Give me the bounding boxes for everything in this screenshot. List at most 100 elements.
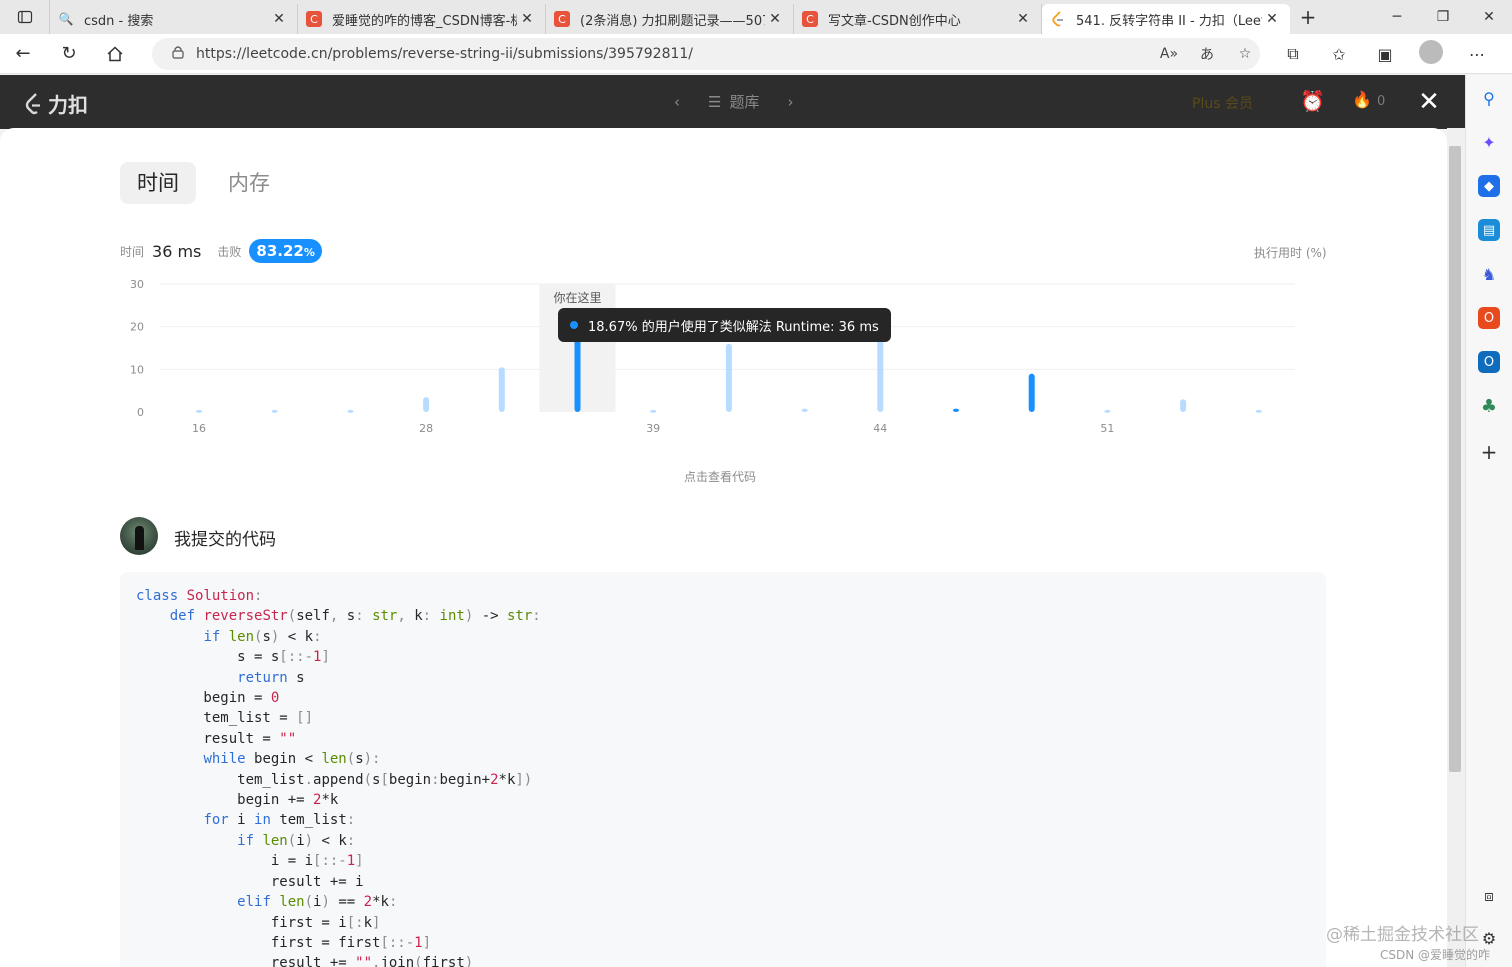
tab-title: 541. 反转字符串 II - 力扣（Leetc [1076, 13, 1262, 29]
add-favorite-icon[interactable]: ☆ [1226, 46, 1264, 62]
close-tab-icon[interactable]: ✕ [1262, 11, 1282, 27]
browser-tab[interactable]: C 写文章-CSDN创作中心 ✕ [794, 4, 1042, 34]
chart-bar-highlight[interactable] [953, 408, 959, 412]
tooltip-text: 18.67% 的用户使用了类似解法 Runtime: 36 ms [588, 319, 879, 335]
streak-button[interactable]: 🔥 0 [1352, 90, 1385, 109]
you-are-here-label: 你在这里 [553, 290, 601, 305]
collections-icon[interactable]: ▣ [1362, 45, 1408, 64]
browser-tab[interactable]: C 爱睡觉的咋的博客_CSDN博客-机 ✕ [298, 4, 546, 34]
chart-bar[interactable] [498, 367, 505, 412]
submission-detail-modal: 时间 内存 时间 36 ms 击败 83.22% 执行用时 (%) 你在这里 0… [0, 128, 1447, 967]
csdn-icon: C [554, 11, 570, 27]
chart-bar[interactable] [1180, 399, 1187, 412]
browser-tab-strip: 🔍 csdn - 搜索 ✕ C 爱睡觉的咋的博客_CSDN博客-机 ✕ C (2… [0, 0, 1512, 34]
chart-bar[interactable] [196, 409, 202, 413]
home-button[interactable] [92, 34, 138, 74]
outlook-icon[interactable]: O [1478, 351, 1500, 373]
tab-actions-icon [17, 10, 32, 24]
window-controls: ─ ❐ ✕ [1374, 0, 1512, 34]
tooltip-dot [570, 321, 578, 329]
search-icon[interactable]: ⚲ [1478, 87, 1500, 109]
leetcode-logo-text: 力扣 [48, 93, 88, 117]
reload-icon: ↻ [61, 43, 77, 64]
address-bar-icons: A» あ ☆ [1150, 38, 1264, 70]
y-tick-label: 10 [130, 363, 144, 376]
beats-badge: 83.22% [249, 239, 322, 263]
tab-runtime[interactable]: 时间 [120, 162, 196, 204]
chart-bar-highlight[interactable] [574, 332, 581, 412]
chart-bars [196, 332, 1262, 413]
office-icon[interactable]: O [1478, 307, 1500, 329]
browser-tab[interactable]: 🔍 csdn - 搜索 ✕ [50, 4, 298, 34]
chart-bar[interactable] [725, 343, 732, 412]
problem-list-button[interactable]: ☰ 题库 [708, 91, 759, 112]
shopping-icon[interactable]: ◆ [1478, 175, 1500, 197]
close-window-icon[interactable]: ✕ [1466, 0, 1512, 34]
view-code-link[interactable]: 点击查看代码 [684, 468, 756, 485]
runtime-stats: 时间 36 ms 击败 83.22% [120, 238, 322, 264]
extensions-icon[interactable]: ⧉ [1270, 44, 1316, 64]
chart-tooltip: 18.67% 的用户使用了类似解法 Runtime: 36 ms [558, 308, 891, 342]
time-label: 时间 [120, 244, 145, 259]
chart-bar[interactable] [877, 333, 884, 412]
chart-bar-highlight[interactable] [1028, 373, 1035, 412]
chart-bar[interactable] [650, 409, 657, 413]
more-icon[interactable]: ⋯ [1454, 45, 1500, 64]
restore-icon[interactable]: ❐ [1420, 0, 1466, 34]
streak-count: 0 [1377, 94, 1386, 109]
reload-button[interactable]: ↻ [46, 34, 92, 74]
close-tab-icon[interactable]: ✕ [517, 11, 537, 27]
tools-icon[interactable]: ▤ [1478, 219, 1500, 241]
tab-title: (2条消息) 力扣刷题记录——507 [580, 13, 765, 29]
chart-axis-title: 执行用时 (%) [1254, 246, 1327, 260]
read-aloud-icon[interactable]: A» [1150, 46, 1188, 62]
x-tick-label: 51 [1100, 422, 1114, 434]
drop-icon[interactable]: ♣ [1478, 395, 1500, 417]
close-tab-icon[interactable]: ✕ [269, 11, 289, 27]
tab-memory[interactable]: 内存 [228, 162, 270, 204]
user-avatar[interactable] [120, 517, 158, 555]
close-modal-button[interactable]: ✕ [1414, 87, 1444, 117]
chart-bar[interactable] [423, 397, 430, 412]
close-tab-icon[interactable]: ✕ [765, 11, 785, 27]
scrollbar-thumb[interactable] [1449, 146, 1461, 772]
leetcode-logo[interactable]: 力扣 [24, 89, 88, 118]
y-tick-label: 0 [137, 406, 144, 419]
tab-title: csdn - 搜索 [84, 13, 154, 29]
chart-bar[interactable] [1255, 409, 1262, 413]
lock-icon [172, 45, 184, 63]
plus-membership-link[interactable]: Plus 会员 [1192, 93, 1253, 113]
next-problem-icon[interactable]: › [787, 93, 793, 111]
leetcode-logo-icon [25, 92, 40, 114]
browser-tab[interactable]: C (2条消息) 力扣刷题记录——507 ✕ [546, 4, 794, 34]
back-button[interactable]: ← [0, 34, 46, 74]
submitted-code-block[interactable]: class Solution: def reverseStr(self, s: … [120, 572, 1326, 967]
chart-bar[interactable] [347, 409, 354, 413]
chart-bar[interactable] [801, 408, 808, 412]
copilot-icon[interactable]: ✦ [1478, 131, 1500, 153]
beats-unit: % [303, 246, 315, 259]
search-icon: 🔍 [58, 12, 74, 26]
close-tab-icon[interactable]: ✕ [1013, 11, 1033, 27]
x-tick-label: 16 [192, 422, 206, 434]
y-tick-label: 20 [130, 321, 144, 334]
favorites-icon[interactable]: ✩ [1316, 45, 1362, 64]
translate-icon[interactable]: あ [1188, 44, 1226, 64]
chart-y-ticks: 0 10 20 30 [130, 278, 144, 419]
chart-bar[interactable] [271, 409, 278, 413]
chart-bar[interactable] [1104, 409, 1111, 413]
prev-problem-icon[interactable]: ‹ [674, 93, 680, 111]
edge-sidebar: ⚲ ✦ ◆ ▤ ♞ O O ♣ + ⧈ ⚙ [1465, 75, 1512, 967]
games-icon[interactable]: ♞ [1478, 263, 1500, 285]
minimize-icon[interactable]: ─ [1374, 0, 1420, 34]
alarm-clock-icon[interactable]: ⏰ [1300, 89, 1325, 113]
address-bar[interactable]: https://leetcode.cn/problems/reverse-str… [152, 38, 1260, 70]
modal-scrollbar[interactable] [1447, 128, 1465, 967]
add-sidebar-icon[interactable]: + [1478, 440, 1500, 464]
split-view-icon[interactable]: ⧈ [1478, 885, 1500, 907]
browser-tab-active[interactable]: 541. 反转字符串 II - 力扣（Leetc ✕ [1042, 4, 1290, 34]
profile-button[interactable] [1408, 40, 1454, 68]
new-tab-button[interactable]: + [1290, 5, 1326, 29]
tab-actions-button[interactable] [0, 0, 50, 34]
watermark-subtext: CSDN @爱睡觉的咋 [1380, 948, 1491, 962]
